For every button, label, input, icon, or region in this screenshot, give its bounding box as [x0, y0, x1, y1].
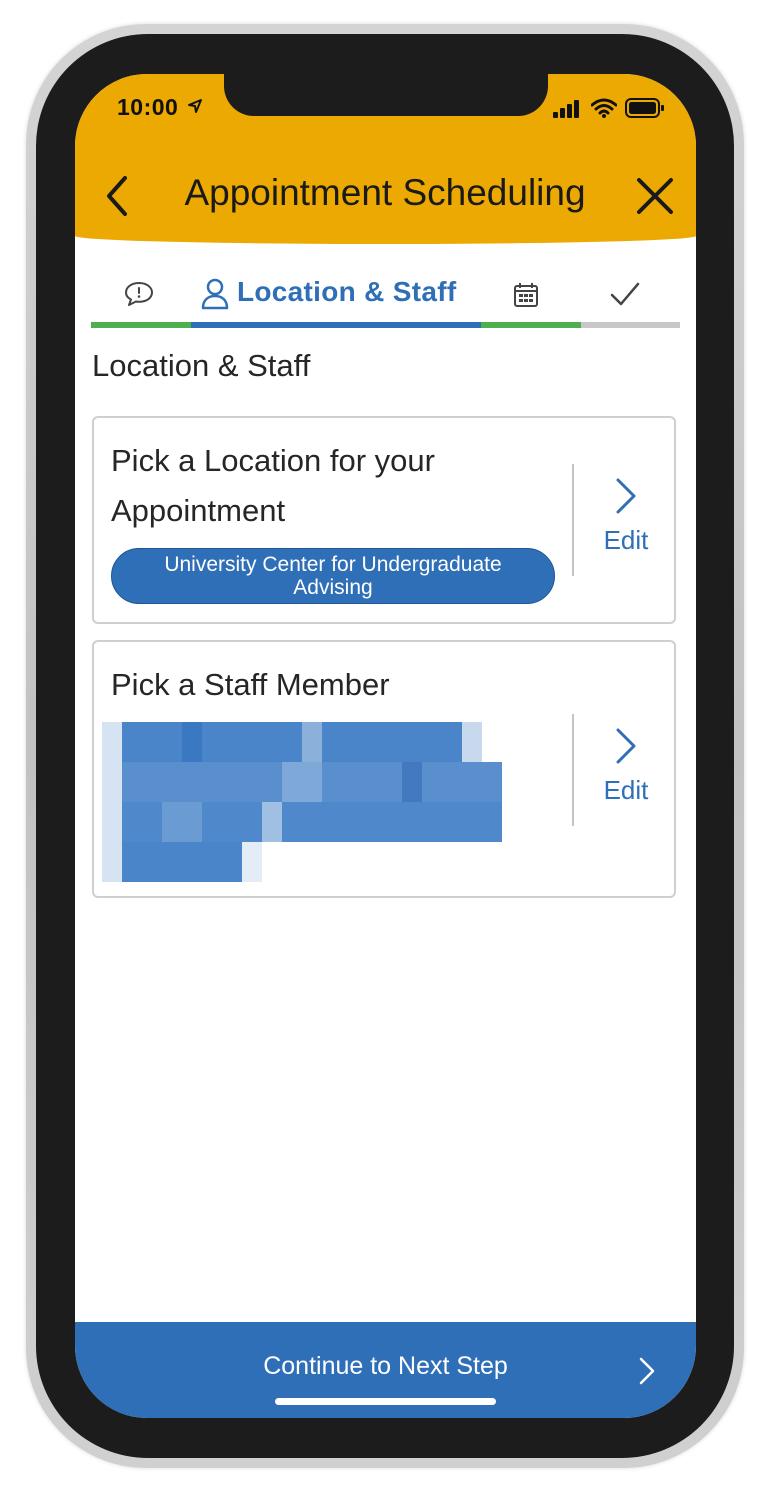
staff-card[interactable]: Pick a Staff Member Edit [92, 640, 676, 898]
progress-segment-complete [481, 322, 581, 328]
location-card-title-line2: Appointment [111, 493, 286, 528]
home-indicator[interactable] [275, 1398, 496, 1405]
speech-bubble-icon[interactable] [123, 280, 155, 308]
progress-segment-complete [91, 322, 191, 328]
card-divider [572, 714, 574, 826]
page-title: Appointment Scheduling [184, 172, 586, 213]
step-tabs: Location & Staff [91, 268, 680, 328]
location-card-title-line1: Pick a Location for your [111, 443, 435, 478]
checkmark-icon[interactable] [609, 280, 641, 308]
continue-button[interactable]: Continue to Next Step [75, 1322, 696, 1418]
edit-location-button[interactable]: Edit [586, 476, 666, 566]
person-icon [201, 278, 229, 310]
section-title: Location & Staff [92, 348, 311, 383]
calendar-icon[interactable] [513, 282, 539, 308]
wifi-icon [591, 98, 617, 118]
selected-location-line2: Advising [293, 576, 373, 599]
edit-location-label: Edit [603, 525, 649, 555]
selected-location-badge: University Center for Undergraduate Advi… [111, 548, 555, 604]
back-button[interactable] [101, 174, 135, 218]
close-button[interactable] [633, 174, 677, 218]
chevron-right-icon [616, 478, 636, 514]
cellular-signal-icon [553, 100, 579, 118]
chevron-right-icon [616, 728, 636, 764]
staff-card-title: Pick a Staff Member [111, 667, 390, 702]
progress-segment-active [191, 322, 481, 328]
progress-segment-pending [581, 322, 680, 328]
location-card[interactable]: Pick a Location for your Appointment Uni… [92, 416, 676, 624]
location-arrow-icon [188, 99, 202, 113]
continue-label: Continue to Next Step [263, 1352, 508, 1380]
redacted-staff-info [102, 722, 502, 882]
app-screen: 10:00 Appointment Scheduling Location & … [75, 74, 696, 1418]
battery-icon [625, 98, 664, 118]
edit-staff-label: Edit [603, 775, 649, 805]
selected-location-line1: University Center for Undergraduate [164, 553, 502, 576]
phone-notch [224, 74, 548, 116]
chevron-right-icon [639, 1357, 655, 1385]
card-divider [572, 464, 574, 576]
edit-staff-button[interactable]: Edit [586, 726, 666, 816]
tab-location-staff-label: Location & Staff [237, 276, 457, 307]
status-time: 10:00 [117, 94, 179, 120]
